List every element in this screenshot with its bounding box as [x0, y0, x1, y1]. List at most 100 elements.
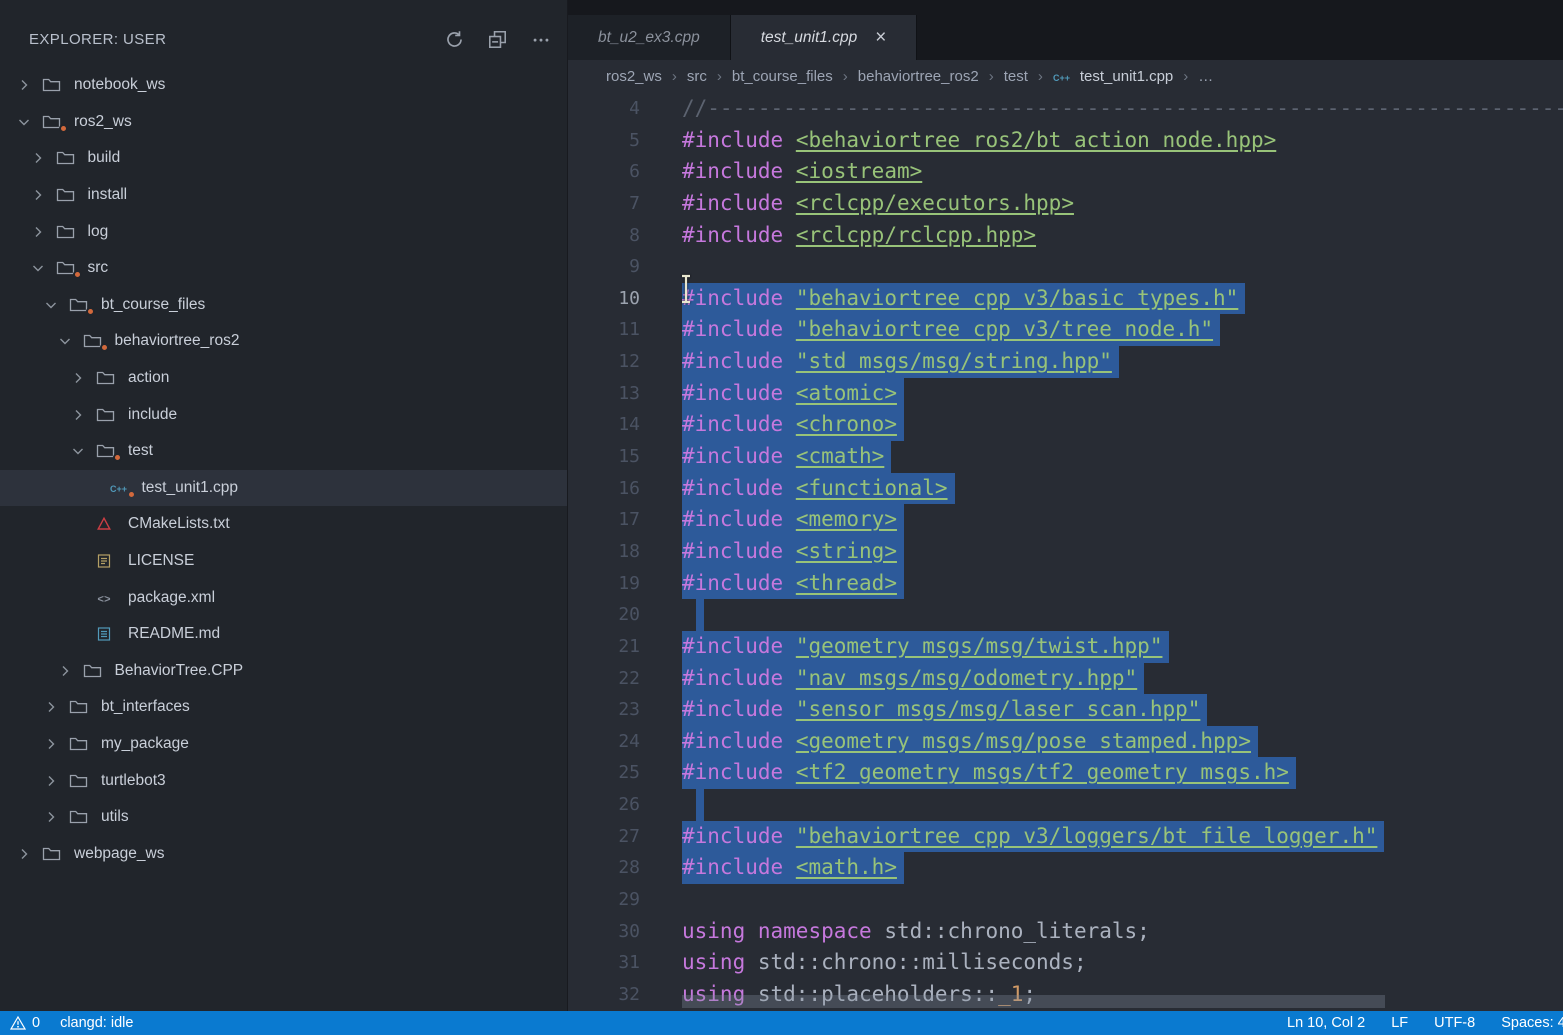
chevron-right-icon[interactable]: [30, 150, 56, 166]
code-line-9[interactable]: 9: [568, 251, 1563, 283]
tree-item-webpage_ws[interactable]: webpage_ws: [0, 835, 567, 872]
tree-item-utils[interactable]: utils: [0, 799, 567, 836]
chevron-right-icon[interactable]: [30, 224, 56, 240]
code-line-12[interactable]: 12#include "std_msgs/msg/string.hpp": [568, 346, 1563, 378]
code-line-8[interactable]: 8#include <rclcpp/rclcpp.hpp>: [568, 220, 1563, 252]
code-editor[interactable]: 4//-------------------------------------…: [568, 93, 1563, 1011]
line-number[interactable]: 26: [568, 789, 664, 821]
chevron-down-icon[interactable]: [57, 333, 83, 349]
encoding-indicator[interactable]: UTF-8: [1434, 1015, 1475, 1031]
refresh-icon[interactable]: [445, 30, 464, 49]
line-number[interactable]: 14: [568, 409, 664, 441]
code-line-27[interactable]: 27#include "behaviortree_cpp_v3/loggers/…: [568, 821, 1563, 853]
more-actions-icon[interactable]: [531, 30, 551, 49]
tree-item-behaviortree_ros2[interactable]: behaviortree_ros2: [0, 323, 567, 360]
chevron-right-icon[interactable]: [70, 407, 96, 423]
line-number[interactable]: 10: [568, 283, 664, 315]
chevron-right-icon[interactable]: [57, 663, 83, 679]
tree-item-bt_interfaces[interactable]: bt_interfaces: [0, 689, 567, 726]
line-number[interactable]: 4: [568, 93, 664, 125]
code-line-16[interactable]: 16#include <functional>: [568, 473, 1563, 505]
tree-item-install[interactable]: install: [0, 177, 567, 214]
code-line-28[interactable]: 28#include <math.h>: [568, 852, 1563, 884]
eol-indicator[interactable]: LF: [1391, 1015, 1408, 1031]
code-line-21[interactable]: 21#include "geometry_msgs/msg/twist.hpp": [568, 631, 1563, 663]
collapse-folders-icon[interactable]: [488, 30, 507, 49]
tree-item-build[interactable]: build: [0, 140, 567, 177]
chevron-right-icon[interactable]: [43, 809, 69, 825]
tree-item-LICENSE[interactable]: LICENSE: [0, 543, 567, 580]
problems-indicator[interactable]: 0: [10, 1015, 40, 1031]
tree-item-bt_course_files[interactable]: bt_course_files: [0, 287, 567, 324]
tree-item-BehaviorTree.CPP[interactable]: BehaviorTree.CPP: [0, 653, 567, 690]
code-line-14[interactable]: 14#include <chrono>: [568, 409, 1563, 441]
code-line-4[interactable]: 4//-------------------------------------…: [568, 93, 1563, 125]
code-line-11[interactable]: 11#include "behaviortree_cpp_v3/tree_nod…: [568, 314, 1563, 346]
chevron-right-icon[interactable]: [43, 736, 69, 752]
line-number[interactable]: 24: [568, 726, 664, 758]
tree-item-README.md[interactable]: README.md: [0, 616, 567, 653]
code-line-17[interactable]: 17#include <memory>: [568, 504, 1563, 536]
chevron-right-icon[interactable]: [16, 846, 42, 862]
code-line-15[interactable]: 15#include <cmath>: [568, 441, 1563, 473]
line-number[interactable]: 19: [568, 568, 664, 600]
tree-item-ros2_ws[interactable]: ros2_ws: [0, 104, 567, 141]
line-number[interactable]: 28: [568, 852, 664, 884]
line-number[interactable]: 15: [568, 441, 664, 473]
chevron-right-icon[interactable]: [43, 699, 69, 715]
chevron-right-icon[interactable]: [16, 77, 42, 93]
code-line-5[interactable]: 5#include <behaviortree_ros2/bt_action_n…: [568, 125, 1563, 157]
tree-item-notebook_ws[interactable]: notebook_ws: [0, 67, 567, 104]
chevron-right-icon[interactable]: [30, 187, 56, 203]
code-line-22[interactable]: 22#include "nav_msgs/msg/odometry.hpp": [568, 663, 1563, 695]
tree-item-turtlebot3[interactable]: turtlebot3: [0, 762, 567, 799]
line-number[interactable]: 30: [568, 916, 664, 948]
line-number[interactable]: 31: [568, 947, 664, 979]
line-number[interactable]: 18: [568, 536, 664, 568]
tree-item-src[interactable]: src: [0, 250, 567, 287]
tab-bt_u2_ex3.cpp[interactable]: bt_u2_ex3.cpp: [568, 15, 731, 60]
line-number[interactable]: 32: [568, 979, 664, 1011]
line-number[interactable]: 25: [568, 757, 664, 789]
line-number[interactable]: 29: [568, 884, 664, 916]
chevron-down-icon[interactable]: [70, 443, 96, 459]
line-number[interactable]: 20: [568, 599, 664, 631]
tab-test_unit1.cpp[interactable]: test_unit1.cpp×: [731, 15, 918, 60]
cursor-position-indicator[interactable]: Ln 10, Col 2: [1287, 1015, 1365, 1031]
line-number[interactable]: 8: [568, 220, 664, 252]
breadcrumb-item-bt_course_files[interactable]: bt_course_files: [732, 68, 833, 85]
tree-item-include[interactable]: include: [0, 396, 567, 433]
code-line-10[interactable]: 10#include "behaviortree_cpp_v3/basic_ty…: [568, 283, 1563, 315]
chevron-down-icon[interactable]: [43, 297, 69, 313]
chevron-down-icon[interactable]: [16, 114, 42, 130]
line-number[interactable]: 16: [568, 473, 664, 505]
breadcrumb-item-ros2_ws[interactable]: ros2_ws: [606, 68, 662, 85]
tree-item-test[interactable]: test: [0, 433, 567, 470]
line-number[interactable]: 27: [568, 821, 664, 853]
indentation-indicator[interactable]: Spaces: 4: [1501, 1015, 1563, 1031]
line-number[interactable]: 9: [568, 251, 664, 283]
code-line-31[interactable]: 31using std::chrono::milliseconds;: [568, 947, 1563, 979]
code-line-13[interactable]: 13#include <atomic>: [568, 378, 1563, 410]
tree-item-CMakeLists.txt[interactable]: CMakeLists.txt: [0, 506, 567, 543]
line-number[interactable]: 6: [568, 156, 664, 188]
tree-item-action[interactable]: action: [0, 360, 567, 397]
tree-item-my_package[interactable]: my_package: [0, 726, 567, 763]
code-line-23[interactable]: 23#include "sensor_msgs/msg/laser_scan.h…: [568, 694, 1563, 726]
line-number[interactable]: 22: [568, 663, 664, 695]
line-number[interactable]: 7: [568, 188, 664, 220]
clangd-status[interactable]: clangd: idle: [60, 1015, 133, 1031]
breadcrumb-item-src[interactable]: src: [687, 68, 707, 85]
chevron-right-icon[interactable]: [43, 773, 69, 789]
breadcrumb-item-…[interactable]: …: [1198, 68, 1213, 85]
tree-item-package.xml[interactable]: <>package.xml: [0, 579, 567, 616]
line-number[interactable]: 23: [568, 694, 664, 726]
line-number[interactable]: 11: [568, 314, 664, 346]
chevron-right-icon[interactable]: [70, 370, 96, 386]
code-line-18[interactable]: 18#include <string>: [568, 536, 1563, 568]
code-line-20[interactable]: 20: [568, 599, 1563, 631]
line-number[interactable]: 17: [568, 504, 664, 536]
tree-item-log[interactable]: log: [0, 213, 567, 250]
horizontal-scrollbar[interactable]: [682, 995, 1385, 1008]
breadcrumb-item-test[interactable]: test: [1004, 68, 1028, 85]
